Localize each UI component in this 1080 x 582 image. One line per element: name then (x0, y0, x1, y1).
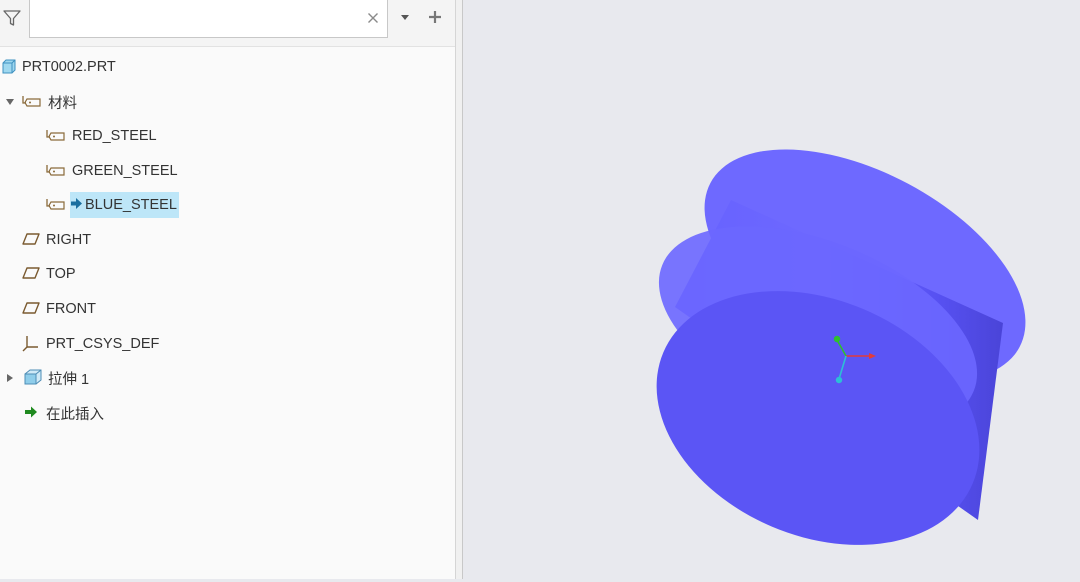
datum-plane-icon (22, 232, 40, 249)
caret-right-icon[interactable] (4, 372, 16, 384)
tree-item-label: RED_STEEL (72, 128, 157, 144)
cylinder-model[interactable] (463, 0, 1080, 579)
tree-item-datum-right[interactable]: RIGHT (22, 225, 91, 255)
material-tag-icon (46, 163, 66, 180)
material-tag-icon (22, 94, 42, 111)
caret-down-icon[interactable] (4, 96, 16, 108)
tree-item-label: 拉伸 1 (48, 371, 90, 388)
tree-item-label: TOP (46, 266, 76, 282)
tree-item-label: PRT_CSYS_DEF (46, 336, 160, 352)
tree-item-csys[interactable]: PRT_CSYS_DEF (22, 329, 159, 359)
active-material-highlight: BLUE_STEEL (70, 192, 179, 218)
plus-icon[interactable] (425, 6, 445, 28)
tree-item-label: 在此插入 (46, 406, 104, 423)
model-tree-panel: PRT0002.PRT 材料 RED_STEEL GREEN_STEEL BLU… (0, 0, 455, 579)
tree-item-label: FRONT (46, 301, 96, 317)
tree-item-blue-steel[interactable]: BLUE_STEEL (46, 190, 179, 220)
tree-item-materials[interactable]: 材料 (6, 87, 77, 117)
search-input[interactable] (36, 6, 360, 32)
tree-item-green-steel[interactable]: GREEN_STEEL (46, 156, 178, 186)
part-icon (0, 58, 16, 77)
insert-arrow-icon (22, 405, 40, 422)
caret-down-icon[interactable] (396, 8, 414, 28)
tree-item-label: 材料 (48, 95, 77, 112)
material-tag-icon (46, 197, 66, 214)
panel-splitter[interactable] (455, 0, 463, 579)
tree-item-label: GREEN_STEEL (72, 163, 178, 179)
funnel-icon[interactable] (0, 5, 24, 31)
tree-item-root[interactable]: PRT0002.PRT (0, 52, 116, 82)
search-field[interactable] (29, 0, 388, 38)
graphics-viewport[interactable] (463, 0, 1080, 579)
tree-item-insert-here[interactable]: 在此插入 (22, 398, 104, 428)
arrow-right-icon (70, 197, 83, 213)
tree-item-label: BLUE_STEEL (85, 197, 177, 213)
coordinate-system-icon (22, 334, 40, 355)
tree-item-label: RIGHT (46, 232, 92, 248)
datum-plane-icon (22, 301, 40, 318)
tree-item-datum-top[interactable]: TOP (22, 259, 76, 289)
material-tag-icon (46, 128, 66, 145)
tree-item-red-steel[interactable]: RED_STEEL (46, 121, 157, 151)
close-icon[interactable] (365, 9, 381, 27)
tree-item-label: PRT0002.PRT (22, 59, 116, 75)
tree-item-extrude-1[interactable]: 拉伸 1 (7, 363, 90, 393)
tree-toolbar (0, 0, 455, 47)
tree-item-datum-front[interactable]: FRONT (22, 294, 96, 324)
datum-plane-icon (22, 266, 40, 283)
extrude-feature-icon (22, 368, 42, 389)
